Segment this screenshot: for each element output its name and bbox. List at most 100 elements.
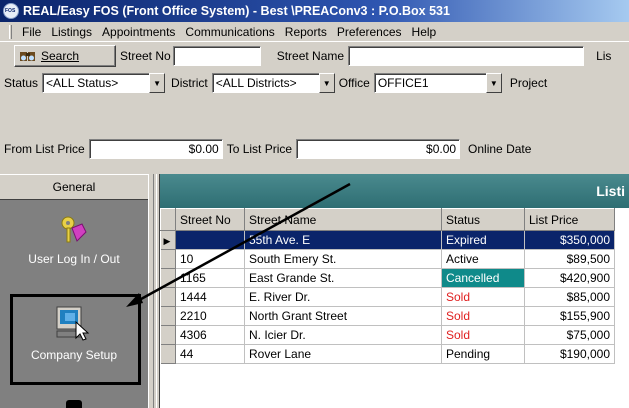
to-price-input[interactable]: $0.00 bbox=[296, 139, 461, 159]
table-row[interactable]: ▶ 55th Ave. E Expired $350,000 bbox=[160, 230, 615, 250]
menu-file[interactable]: File bbox=[17, 25, 46, 39]
cell-status[interactable]: Cancelled bbox=[441, 268, 525, 288]
menu-bar: File Listings Appointments Communication… bbox=[0, 22, 629, 42]
cell-street-name[interactable]: E. River Dr. bbox=[244, 287, 442, 307]
menu-help[interactable]: Help bbox=[407, 25, 442, 39]
cell-street-name[interactable]: Rover Lane bbox=[244, 344, 442, 364]
column-header-street-name[interactable]: Street Name bbox=[244, 208, 442, 231]
cell-status[interactable]: Expired bbox=[441, 230, 525, 250]
status-label: Status bbox=[4, 76, 39, 90]
row-indicator: ▶ bbox=[160, 230, 176, 250]
window-title: REAL/Easy FOS (Front Office System) - Be… bbox=[23, 4, 450, 18]
cell-status[interactable]: Sold bbox=[441, 325, 525, 345]
search-toolbar: Search Street No Street Name Lis bbox=[0, 43, 629, 69]
cell-street-name[interactable]: N. Icier Dr. bbox=[244, 325, 442, 345]
sidebar-header-general[interactable]: General bbox=[0, 174, 148, 200]
cell-list-price[interactable]: $85,000 bbox=[524, 287, 615, 307]
company-setup-icon bbox=[56, 306, 90, 341]
cell-street-no[interactable] bbox=[175, 230, 245, 250]
table-row[interactable]: 2210 North Grant Street Sold $155,900 bbox=[160, 306, 615, 326]
from-price-label: From List Price bbox=[4, 142, 85, 156]
table-row[interactable]: 1165 East Grande St. Cancelled $420,900 bbox=[160, 268, 615, 288]
street-no-input[interactable] bbox=[172, 46, 261, 66]
table-row[interactable]: 1444 E. River Dr. Sold $85,000 bbox=[160, 287, 615, 307]
table-row[interactable]: 44 Rover Lane Pending $190,000 bbox=[160, 344, 615, 364]
row-pointer-icon: ▶ bbox=[163, 236, 171, 246]
cell-street-no[interactable]: 1444 bbox=[175, 287, 245, 307]
chevron-down-icon[interactable]: ▼ bbox=[318, 73, 335, 93]
cell-status[interactable]: Pending bbox=[441, 344, 525, 364]
online-date-label: Online Date bbox=[468, 142, 532, 156]
cell-list-price[interactable]: $420,900 bbox=[524, 268, 615, 288]
menu-listings[interactable]: Listings bbox=[46, 25, 97, 39]
cell-street-name[interactable]: 55th Ave. E bbox=[244, 230, 442, 250]
district-select[interactable]: <ALL Districts> ▼ bbox=[211, 73, 335, 93]
menu-communications[interactable]: Communications bbox=[180, 25, 279, 39]
cell-street-no[interactable]: 2210 bbox=[175, 306, 245, 326]
cell-street-name[interactable]: South Emery St. bbox=[244, 249, 442, 269]
district-select-value: <ALL Districts> bbox=[211, 73, 319, 93]
row-indicator bbox=[160, 344, 176, 364]
cell-status[interactable]: Sold bbox=[441, 306, 525, 326]
district-label: District bbox=[171, 76, 208, 90]
search-button[interactable]: Search bbox=[14, 45, 116, 67]
cell-street-no[interactable]: 1165 bbox=[175, 268, 245, 288]
cell-list-price[interactable]: $155,900 bbox=[524, 306, 615, 326]
table-header-row: Street No Street Name Status List Price bbox=[160, 208, 615, 231]
column-header-street-no[interactable]: Street No bbox=[175, 208, 245, 231]
cell-street-name[interactable]: East Grande St. bbox=[244, 268, 442, 288]
grid-title: Listi bbox=[160, 174, 629, 208]
title-bar: REAL/Easy FOS (Front Office System) - Be… bbox=[0, 0, 629, 22]
menu-grip bbox=[9, 24, 12, 39]
row-indicator bbox=[160, 287, 176, 307]
street-no-label: Street No bbox=[120, 49, 171, 63]
price-toolbar: From List Price $0.00 To List Price $0.0… bbox=[0, 136, 629, 162]
cell-list-price[interactable]: $89,500 bbox=[524, 249, 615, 269]
cell-street-no[interactable]: 4306 bbox=[175, 325, 245, 345]
chevron-down-icon[interactable]: ▼ bbox=[149, 73, 166, 93]
cell-street-no[interactable]: 44 bbox=[175, 344, 245, 364]
sidebar-item-label: Company Setup bbox=[30, 348, 118, 362]
street-name-label: Street Name bbox=[276, 49, 345, 63]
to-price-label: To List Price bbox=[226, 142, 293, 156]
app-icon bbox=[3, 3, 19, 19]
column-header-list-price[interactable]: List Price bbox=[524, 208, 615, 231]
project-label: Project bbox=[509, 76, 548, 90]
menu-reports[interactable]: Reports bbox=[280, 25, 332, 39]
from-price-input[interactable]: $0.00 bbox=[88, 139, 223, 159]
cell-list-price[interactable]: $75,000 bbox=[524, 325, 615, 345]
menu-preferences[interactable]: Preferences bbox=[332, 25, 407, 39]
cell-street-name[interactable]: North Grant Street bbox=[244, 306, 442, 326]
status-select-value: <ALL Status> bbox=[42, 73, 150, 93]
office-select-value: OFFICE1 bbox=[373, 73, 486, 93]
cell-street-no[interactable]: 10 bbox=[175, 249, 245, 269]
filter-toolbar: Status <ALL Status> ▼ District <ALL Dist… bbox=[0, 70, 629, 96]
row-indicator bbox=[160, 306, 176, 326]
office-label: Office bbox=[338, 76, 370, 90]
menu-appointments[interactable]: Appointments bbox=[97, 25, 180, 39]
row-indicator-header bbox=[160, 208, 176, 231]
sidebar-item-user-log[interactable]: User Log In / Out bbox=[0, 214, 148, 266]
cell-status[interactable]: Sold bbox=[441, 287, 525, 307]
table-row[interactable]: 10 South Emery St. Active $89,500 bbox=[160, 249, 615, 269]
chevron-down-icon[interactable]: ▼ bbox=[485, 73, 502, 93]
sidebar-item-label: User Log In / Out bbox=[28, 252, 120, 266]
sidebar: General User Log In / Out Company Setup bbox=[0, 174, 148, 408]
table-row[interactable]: 4306 N. Icier Dr. Sold $75,000 bbox=[160, 325, 615, 345]
column-header-status[interactable]: Status bbox=[441, 208, 525, 231]
list-label: Lis bbox=[596, 49, 612, 63]
listings-grid: Listi Street No Street Name Status List … bbox=[160, 174, 629, 408]
cell-status[interactable]: Active bbox=[441, 249, 525, 269]
status-select[interactable]: <ALL Status> ▼ bbox=[42, 73, 166, 93]
row-indicator bbox=[160, 325, 176, 345]
office-select[interactable]: OFFICE1 ▼ bbox=[373, 73, 502, 93]
row-indicator bbox=[160, 249, 176, 269]
street-name-input[interactable] bbox=[348, 46, 585, 66]
cell-list-price[interactable]: $350,000 bbox=[524, 230, 615, 250]
listings-table: Street No Street Name Status List Price … bbox=[160, 208, 615, 364]
sidebar-item-company-setup[interactable]: Company Setup bbox=[0, 304, 148, 362]
search-icon bbox=[20, 52, 35, 61]
splitter-handle[interactable] bbox=[148, 174, 160, 408]
cell-list-price[interactable]: $190,000 bbox=[524, 344, 615, 364]
